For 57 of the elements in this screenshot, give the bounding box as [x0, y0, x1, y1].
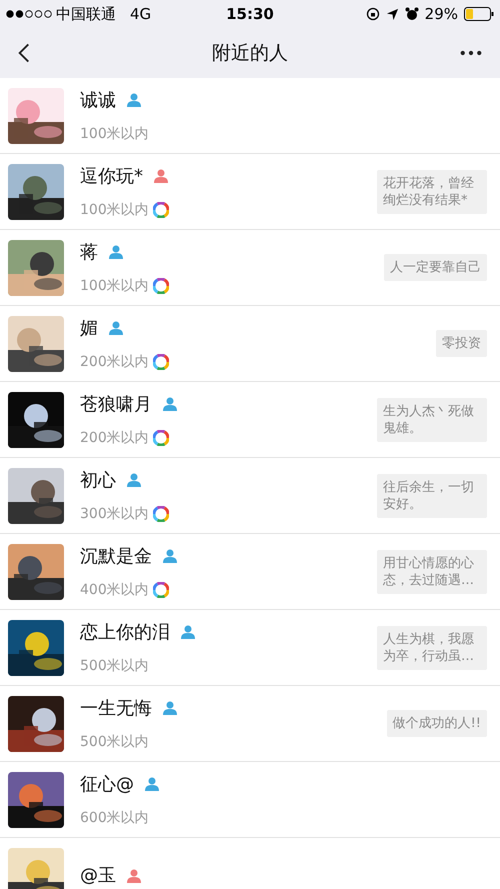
- more-icon: [460, 50, 482, 56]
- person-row[interactable]: 一生无悔 500米以内 做个成功的人!!: [0, 686, 500, 762]
- person-name: 一生无悔: [80, 696, 152, 720]
- distance-text: 200米以内: [80, 352, 149, 372]
- distance-text: 100米以内: [80, 276, 149, 296]
- person-row[interactable]: 恋上你的泪 500米以内 人生为棋，我愿为卒，行动虽…: [0, 610, 500, 686]
- signature-text: 生为人杰丶死做鬼雄。: [377, 398, 487, 442]
- person-row[interactable]: 初心 300米以内 往后余生，一切安好。: [0, 458, 500, 534]
- person-row[interactable]: 征心@ 600米以内: [0, 762, 500, 838]
- distance-text: 100米以内: [80, 124, 149, 144]
- signature-text: 花开花落，曾经绚烂没有结果*: [377, 170, 487, 214]
- signature-text: 零投资: [436, 330, 487, 357]
- signal-icon: [6, 10, 52, 18]
- network-type: 4G: [130, 4, 152, 25]
- person-name: 恋上你的泪: [80, 620, 170, 644]
- person-name: 初心: [80, 468, 116, 492]
- distance-text: 200米以内: [80, 428, 149, 448]
- person-name: @玉: [80, 864, 116, 888]
- distance-text: 500米以内: [80, 732, 149, 752]
- person-name: 蒋: [80, 240, 98, 264]
- person-name: 征心@: [80, 772, 134, 796]
- person-name: 媚: [80, 316, 98, 340]
- signature-text: 往后余生，一切安好。: [377, 474, 487, 518]
- person-row[interactable]: 逗你玩* 100米以内 花开花落，曾经绚烂没有结果*: [0, 154, 500, 230]
- signature-text: 用甘心情愿的心态，去过随遇…: [377, 550, 487, 594]
- person-row[interactable]: @玉: [0, 838, 500, 889]
- person-name: 苍狼啸月: [80, 392, 152, 416]
- signature-text: 人生为棋，我愿为卒，行动虽…: [377, 626, 487, 670]
- lock-rotation-icon: [366, 7, 380, 21]
- distance-text: 600米以内: [80, 808, 149, 828]
- signature-text: 做个成功的人!!: [386, 710, 487, 737]
- person-name: 诚诚: [80, 88, 116, 112]
- person-row[interactable]: 诚诚 100米以内: [0, 78, 500, 154]
- clock: 15:30: [226, 4, 274, 25]
- location-icon: [386, 8, 399, 20]
- distance-text: 400米以内: [80, 580, 149, 600]
- carrier-name: 中国联通: [56, 4, 116, 25]
- person-row[interactable]: 媚 200米以内 零投资: [0, 306, 500, 382]
- person-name: 逗你玩*: [80, 164, 143, 188]
- distance-text: 500米以内: [80, 656, 149, 676]
- page-title: 附近的人: [211, 40, 289, 66]
- person-row[interactable]: 蒋 100米以内 人一定要靠自己: [0, 230, 500, 306]
- person-row[interactable]: 沉默是金 400米以内 用甘心情愿的心态，去过随遇…: [0, 534, 500, 610]
- distance-text: 300米以内: [80, 504, 149, 524]
- battery-percent: 29%: [424, 4, 458, 25]
- ring-icon: [152, 202, 169, 218]
- ring-icon: [152, 430, 169, 446]
- ring-icon: [152, 506, 169, 522]
- ring-icon: [152, 582, 169, 598]
- person-name: 沉默是金: [80, 544, 152, 568]
- ring-icon: [152, 278, 169, 294]
- ring-icon: [152, 354, 169, 370]
- person-row[interactable]: 苍狼啸月 200米以内 生为人杰丶死做鬼雄。: [0, 382, 500, 458]
- distance-text: 100米以内: [80, 200, 149, 220]
- battery-icon: [464, 7, 494, 21]
- signature-text: 人一定要靠自己: [384, 254, 487, 281]
- chevron-left-icon: [18, 42, 30, 64]
